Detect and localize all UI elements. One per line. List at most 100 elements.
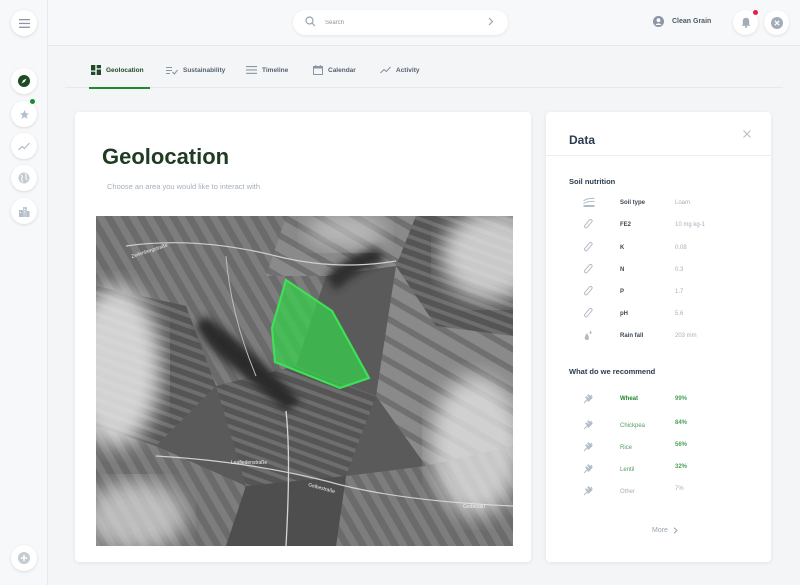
tab-calendar[interactable]: Calendar [313,60,356,80]
soil-label: Rain fall [620,333,644,339]
soil-value: 203 mm [675,333,697,339]
sidebar-item-explore[interactable] [11,68,37,94]
test-tube-icon [584,308,593,318]
wheat-icon [583,420,593,430]
divider [546,155,771,156]
recommendation-row[interactable]: Lentil 32% [546,461,771,475]
sidebar-item-buildings[interactable] [11,198,37,224]
crop-score: 84% [675,420,688,426]
tab-label: Calendar [328,66,356,74]
soil-value: 10 mg kg-1 [675,222,706,228]
recommendation-row[interactable]: Other 7% [546,483,771,497]
close-circle-icon [770,16,783,29]
soil-row: FE2 10 mg kg-1 [546,219,771,233]
wheat-icon [583,464,593,474]
recommend-title: What do we recommend [569,367,656,376]
wheat-icon [583,394,593,404]
dashboard-icon [91,65,101,75]
buildings-icon [19,206,30,217]
tab-label: Geolocation [106,66,144,74]
soil-label: pH [620,311,628,317]
recommendation-row[interactable]: Wheat 99% [546,393,771,407]
sidebar [0,0,48,585]
crop-score: 56% [675,442,688,448]
tab-bar: Geolocation Sustainability Timeline Cale… [65,50,783,89]
trend-up-icon [18,142,30,150]
checklist-icon [166,66,178,75]
soil-label: FE2 [620,222,632,228]
search-bar [293,10,508,35]
sidebar-item-favorites[interactable] [11,101,37,127]
recommendation-row[interactable]: Chickpea 84% [546,417,771,431]
crop-score: 32% [675,464,688,470]
user-menu[interactable]: Clean Grain [653,16,711,27]
crop-score: 99% [675,396,688,402]
soil-row: K 0.08 [546,242,771,256]
soil-nutrition-title: Soil nutrition [569,177,616,186]
soil-label: K [620,245,625,251]
map-street-label: Gedersau [463,504,485,510]
crop-label: Rice [620,445,633,451]
tab-geolocation[interactable]: Geolocation [91,60,144,80]
active-tab-indicator [89,87,150,89]
data-panel: Data Soil nutrition Soil type Loam FE2 1… [546,112,771,562]
soil-value: 0.3 [675,267,684,273]
recommendation-row[interactable]: Rice 56% [546,439,771,453]
soil-layers-icon [583,197,595,207]
soil-label: N [620,267,625,273]
map-canvas[interactable]: Zeilenbergstraße Leafiedenstraße Gelbest… [96,216,513,546]
top-header: Clean Grain [48,0,800,46]
menu-button[interactable] [11,10,37,36]
close-app-button[interactable] [764,10,789,35]
notification-badge [753,10,758,15]
globe-icon [18,172,30,184]
test-tube-icon [584,242,593,252]
crop-label: Wheat [620,396,638,402]
test-tube-icon [584,264,593,274]
chevron-right-icon [673,527,678,534]
sidebar-item-analytics[interactable] [11,133,37,159]
compass-icon [18,75,30,87]
sidebar-item-world[interactable] [11,165,37,191]
favorites-badge [30,99,35,104]
soil-row: N 0.3 [546,264,771,278]
search-input[interactable] [325,15,475,30]
user-avatar-icon [653,16,664,27]
calendar-icon [313,65,323,75]
close-icon[interactable] [743,130,751,138]
soil-value: 0.08 [675,245,687,251]
soil-row: P 1.7 [546,286,771,300]
more-link[interactable]: More [652,527,678,534]
soil-value: 5.6 [675,311,684,317]
add-button[interactable] [11,545,37,571]
crop-label: Lentil [620,467,635,473]
user-name: Clean Grain [672,18,712,25]
test-tube-icon [584,286,593,296]
soil-row: Rain fall 203 mm [546,330,771,344]
soil-value: 1.7 [675,289,684,295]
crop-label: Chickpea [620,423,646,429]
hamburger-icon [18,18,30,28]
soil-row: pH 5.6 [546,308,771,322]
more-label: More [652,527,668,534]
plus-circle-icon [18,552,30,564]
bell-icon [741,17,750,28]
star-icon [19,109,29,119]
soil-value: Loam [675,200,691,206]
tab-timeline[interactable]: Timeline [246,60,288,80]
crop-label: Other [620,489,636,495]
tab-label: Sustainability [183,66,226,74]
wheat-icon [583,442,593,452]
satellite-map[interactable]: Zeilenbergstraße Leafiedenstraße Gelbest… [96,216,513,546]
map-street-label: Leafiedenstraße [231,460,267,466]
geolocation-card: Geolocation Choose an area you would lik… [75,112,531,562]
soil-row: Soil type Loam [546,197,771,211]
page-subtitle: Choose an area you would like to interac… [107,182,261,191]
data-panel-title: Data [569,133,596,147]
test-tube-icon [584,219,593,229]
tab-sustainability[interactable]: Sustainability [166,60,225,80]
trend-icon [380,66,391,74]
tab-activity[interactable]: Activity [380,60,419,80]
chevron-right-icon[interactable] [488,17,494,26]
tab-label: Timeline [262,66,289,74]
